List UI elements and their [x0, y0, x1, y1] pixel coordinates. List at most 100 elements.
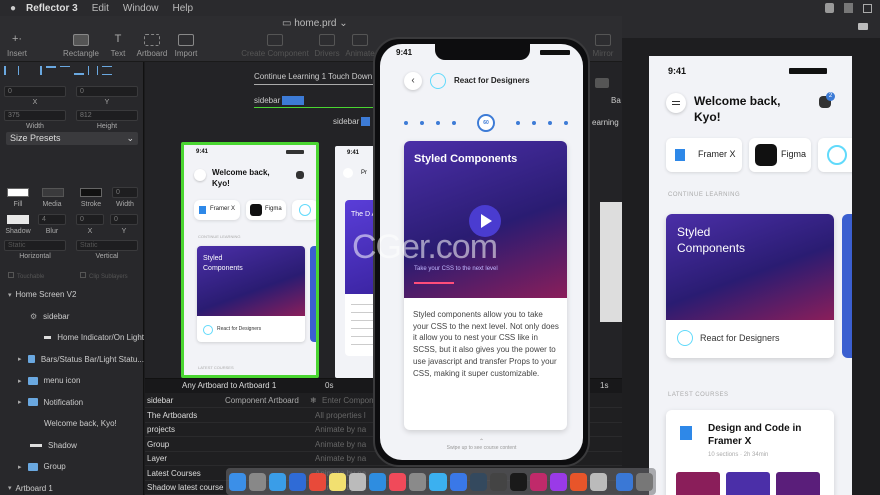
size-presets-select[interactable]: Size Presets ⌄: [6, 132, 138, 145]
artboard-home[interactable]: 9:41 Welcome back, Kyo! Framer X Figma C…: [181, 142, 319, 378]
distribute-v-icon[interactable]: [102, 66, 112, 75]
connection-label-sidebar[interactable]: sidebar: [254, 96, 305, 105]
menu-help[interactable]: Help: [173, 3, 194, 14]
course-card[interactable]: Styled Components React for Designers: [197, 246, 305, 342]
notification-icon[interactable]: 2: [819, 92, 835, 108]
shadow-x-field[interactable]: 0: [76, 214, 104, 225]
latest-course-card[interactable]: Design and Code in Framer X 10 sections …: [666, 410, 834, 495]
user-icon[interactable]: [825, 3, 834, 13]
menu-icon[interactable]: [194, 169, 206, 181]
progress-dot[interactable]: [532, 121, 536, 125]
app-store-icon[interactable]: [429, 472, 447, 491]
progress-dot[interactable]: [516, 121, 520, 125]
align-left-icon[interactable]: [4, 66, 14, 75]
chip-framer[interactable]: Framer X: [194, 200, 240, 220]
launchpad-icon[interactable]: [249, 472, 267, 491]
stroke-width-field[interactable]: 0: [112, 187, 138, 198]
align-center-icon[interactable]: [18, 66, 28, 75]
app-name[interactable]: Reflector 3: [26, 3, 78, 14]
height-field[interactable]: 812: [76, 110, 138, 121]
vertical-constraint-select[interactable]: Static: [76, 240, 138, 251]
connection-label-earning[interactable]: earning: [592, 118, 619, 127]
preview-icon[interactable]: [589, 472, 607, 491]
grid-icon[interactable]: [863, 3, 872, 13]
reminders-icon[interactable]: [349, 472, 367, 491]
document-title[interactable]: ▭ home.prd ⌄: [282, 18, 348, 29]
swipe-hint[interactable]: ⌃ Swipe up to see course content: [380, 439, 583, 451]
connection-label-sidebar-2[interactable]: sidebar: [333, 117, 370, 126]
menu-edit[interactable]: Edit: [92, 3, 109, 14]
y-field[interactable]: 0: [76, 86, 138, 97]
align-bottom-icon[interactable]: [74, 66, 84, 75]
sketch-icon[interactable]: [569, 472, 587, 491]
calendar-icon[interactable]: [309, 472, 327, 491]
layer-row[interactable]: ▸ Notification: [0, 392, 144, 413]
folder-icon[interactable]: [615, 472, 633, 491]
clip-sublayers-checkbox[interactable]: Clip Sublayers: [80, 272, 128, 280]
notification-icon[interactable]: [296, 171, 304, 179]
fill-swatch[interactable]: [7, 188, 29, 197]
align-middle-icon[interactable]: [60, 66, 70, 75]
layer-row[interactable]: ▸ Group: [0, 456, 144, 477]
horizontal-constraint-select[interactable]: Static: [4, 240, 66, 251]
unity-icon[interactable]: [489, 472, 507, 491]
progress-dot[interactable]: [436, 121, 440, 125]
chip-react[interactable]: [818, 138, 852, 172]
progress-ring[interactable]: 60: [477, 114, 495, 132]
music-icon[interactable]: [389, 472, 407, 491]
blur-field[interactable]: 4: [38, 214, 66, 225]
disclosure-icon[interactable]: ▸: [18, 355, 22, 363]
final-cut-icon[interactable]: [509, 472, 527, 491]
chip-figma[interactable]: Figma: [749, 138, 811, 172]
distribute-h-icon[interactable]: [88, 66, 98, 75]
system-preferences-icon[interactable]: [409, 472, 427, 491]
back-button[interactable]: ‹: [404, 72, 422, 90]
trash-icon[interactable]: [635, 472, 653, 491]
course-card[interactable]: Styled Components Take your CSS to the n…: [404, 141, 567, 430]
connection-label-ba[interactable]: Ba: [611, 96, 621, 105]
timeline-row-input[interactable]: All properties l: [315, 411, 366, 420]
layer-row[interactable]: ▸ menu icon: [0, 370, 144, 391]
layer-row[interactable]: ⚙ sidebar: [0, 306, 144, 327]
safari-icon[interactable]: [269, 472, 287, 491]
timeline-row-input[interactable]: Animate by na: [315, 425, 366, 434]
gear-icon[interactable]: ❄: [310, 396, 322, 405]
x-field[interactable]: 0: [4, 86, 66, 97]
maps-icon[interactable]: [289, 472, 307, 491]
finder-icon[interactable]: [229, 472, 247, 491]
disclosure-icon[interactable]: ▾: [8, 291, 12, 299]
menu-extra-icon[interactable]: [844, 3, 853, 13]
media-swatch[interactable]: [42, 188, 64, 197]
chip-react[interactable]: [292, 200, 316, 220]
disclosure-icon[interactable]: ▸: [18, 377, 22, 385]
back-icon[interactable]: [343, 168, 353, 178]
layer-row[interactable]: ▾ Artboard 1: [0, 478, 144, 495]
stroke-swatch[interactable]: [80, 188, 102, 197]
create-component-button[interactable]: Create Component: [240, 34, 310, 58]
transition-title[interactable]: Any Artboard to Artboard 1: [182, 381, 276, 390]
creative-cloud-icon[interactable]: [549, 472, 567, 491]
import-button[interactable]: Import: [161, 34, 211, 58]
artboard-third[interactable]: [600, 202, 622, 322]
progress-dot[interactable]: [404, 121, 408, 125]
touchable-checkbox[interactable]: Touchable: [8, 272, 44, 280]
course-card[interactable]: Styled Components React for Designers: [666, 214, 834, 358]
progress-dot[interactable]: [548, 121, 552, 125]
notes-icon[interactable]: [329, 472, 347, 491]
timeline-row-input[interactable]: Animate by na: [315, 454, 366, 463]
apple-icon[interactable]: ●: [0, 3, 26, 14]
timeline-row-input[interactable]: Animate by na: [315, 440, 366, 449]
shadow-swatch[interactable]: [7, 215, 29, 224]
xcode-icon[interactable]: [449, 472, 467, 491]
layer-row[interactable]: Home Indicator/On Light: [0, 327, 144, 348]
menu-icon[interactable]: [666, 93, 686, 113]
terminal-icon[interactable]: [469, 472, 487, 491]
disclosure-icon[interactable]: ▾: [8, 484, 12, 492]
layer-row[interactable]: ▾ Home Screen V2: [0, 284, 144, 305]
layer-row[interactable]: ▸ Bars/Status Bar/Light Statu...: [0, 349, 144, 370]
premiere-icon[interactable]: [529, 472, 547, 491]
connection-label-touch-down[interactable]: Continue Learning 1 Touch Down: [254, 72, 372, 81]
insert-button[interactable]: +· Insert: [0, 34, 42, 59]
shadow-y-field[interactable]: 0: [110, 214, 138, 225]
progress-dot[interactable]: [564, 121, 568, 125]
